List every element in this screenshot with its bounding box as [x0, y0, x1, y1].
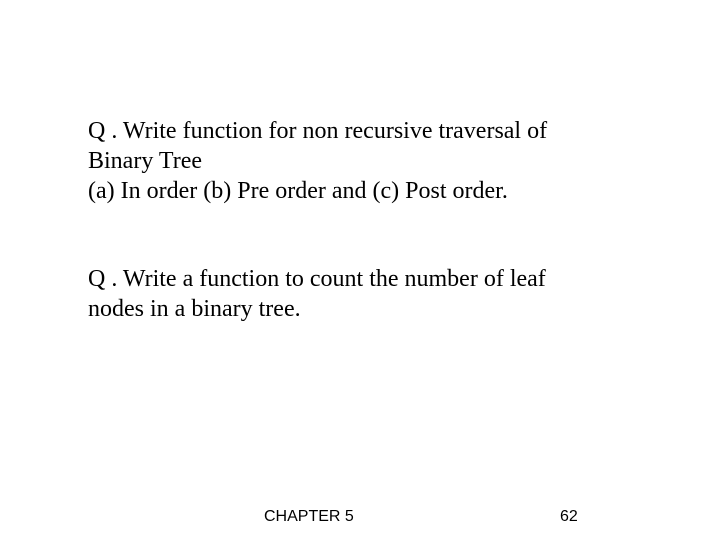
question-2: Q . Write a function to count the number…	[88, 264, 643, 324]
q2-line1: Q . Write a function to count the number…	[88, 266, 546, 292]
question-1: Q . Write function for non recursive tra…	[88, 116, 643, 206]
q1-line2: Binary Tree	[88, 148, 202, 174]
slide-content: Q . Write function for non recursive tra…	[88, 116, 643, 324]
q1-line1: Q . Write function for non recursive tra…	[88, 118, 547, 144]
footer-page-number: 62	[560, 508, 578, 526]
q1-line3: (a) In order (b) Pre order and (c) Post …	[88, 178, 508, 204]
q2-line2: nodes in a binary tree.	[88, 296, 301, 322]
footer-chapter: CHAPTER 5	[264, 508, 354, 526]
